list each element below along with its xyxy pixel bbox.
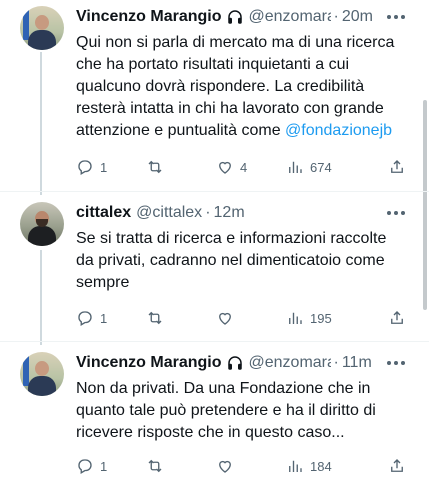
timestamp[interactable]: 20m	[342, 8, 373, 26]
retweet-button[interactable]	[146, 158, 170, 176]
more-options-icon[interactable]	[387, 352, 405, 374]
views-icon	[289, 161, 302, 173]
author-handle[interactable]: @enzomara	[249, 8, 331, 26]
views-button[interactable]: 184	[286, 457, 332, 475]
divider	[0, 341, 429, 342]
headphones-icon	[226, 354, 244, 372]
divider	[0, 191, 429, 192]
avatar[interactable]	[20, 6, 64, 50]
views-icon	[289, 312, 302, 324]
like-count: 4	[240, 159, 248, 175]
reply-count: 1	[100, 310, 108, 326]
author-name[interactable]: Vincenzo Marangio	[76, 8, 222, 26]
author-name[interactable]: Vincenzo Marangio	[76, 354, 222, 372]
heart-icon	[219, 312, 231, 325]
author-handle[interactable]: @cittalex	[136, 204, 202, 222]
more-options-icon[interactable]	[387, 202, 405, 224]
share-icon	[391, 311, 403, 324]
tweet-text: Se si tratta di ricerca e informazioni r…	[76, 230, 387, 291]
retweet-button[interactable]	[146, 457, 170, 475]
reply-count: 1	[100, 159, 108, 175]
reply-button[interactable]: 1	[76, 457, 107, 475]
heart-icon	[219, 161, 231, 174]
reply-button[interactable]: 1	[76, 309, 107, 327]
views-button[interactable]: 195	[286, 309, 332, 327]
author-handle[interactable]: @enzomara	[249, 354, 331, 372]
tweet-text: Non da privati. Da una Fondazione che in…	[76, 380, 376, 441]
views-count: 195	[310, 310, 332, 326]
retweet-button[interactable]	[146, 309, 170, 327]
timestamp[interactable]: 12m	[214, 204, 245, 222]
more-options-icon[interactable]	[387, 6, 405, 28]
views-count: 184	[310, 458, 332, 474]
share-icon	[391, 160, 403, 173]
tweet[interactable]: Vincenzo Marangio @enzomara · 11m Non da…	[0, 352, 429, 480]
share-button[interactable]	[388, 158, 406, 176]
avatar[interactable]	[20, 352, 64, 396]
tweet[interactable]: cittalex @cittalex · 12m Se si tratta di…	[0, 202, 429, 342]
share-button[interactable]	[388, 309, 406, 327]
reply-button[interactable]: 1	[76, 158, 107, 176]
share-icon	[391, 459, 403, 472]
heart-icon	[219, 460, 231, 473]
retweet-icon	[148, 459, 162, 473]
reply-icon	[78, 311, 92, 326]
tweet-text: Qui non si parla di mercato ma di una ri…	[76, 34, 395, 139]
views-count: 674	[310, 159, 332, 175]
timestamp[interactable]: 11m	[342, 354, 372, 372]
avatar[interactable]	[20, 202, 64, 246]
views-icon	[289, 460, 302, 472]
like-button[interactable]	[216, 457, 240, 475]
author-name[interactable]: cittalex	[76, 204, 131, 222]
separator: ·	[333, 8, 339, 25]
reply-icon	[78, 160, 92, 175]
headphones-icon	[226, 8, 244, 26]
retweet-icon	[148, 311, 162, 325]
separator: ·	[333, 354, 339, 371]
retweet-icon	[148, 160, 162, 174]
reply-icon	[78, 459, 92, 474]
separator: ·	[205, 204, 211, 221]
share-button[interactable]	[388, 457, 406, 475]
like-button[interactable]: 4	[216, 158, 247, 176]
like-button[interactable]	[216, 309, 240, 327]
views-button[interactable]: 674	[286, 158, 332, 176]
tweet[interactable]: Vincenzo Marangio @enzomara · 20m Qui no…	[0, 6, 429, 191]
mention-link[interactable]: @fondazionejb	[285, 122, 392, 139]
reply-count: 1	[100, 458, 108, 474]
